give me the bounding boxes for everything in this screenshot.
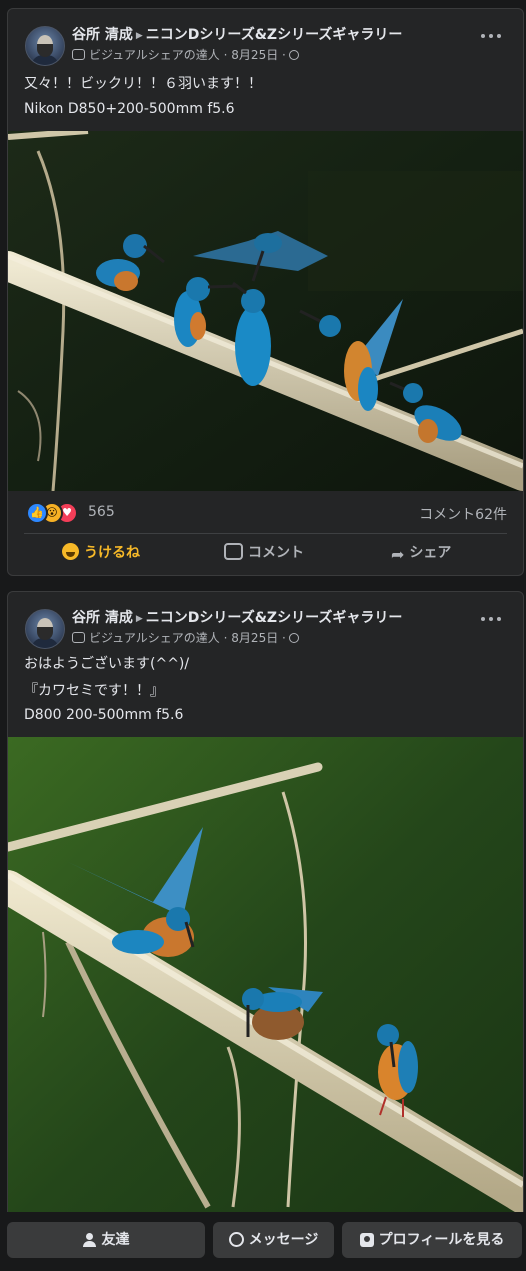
divider — [24, 533, 507, 534]
author-name[interactable]: 谷所 清成 — [72, 610, 133, 626]
profile-action-bar: 友達 メッセージ プロフィールを見る — [0, 1212, 526, 1271]
like-icon: 👍 — [26, 502, 48, 524]
author-name[interactable]: 谷所 清成 — [72, 27, 133, 43]
meta-separator: · — [282, 48, 286, 62]
arrow-right-icon: ▶ — [135, 614, 143, 624]
author-badge: ビジュアルシェアの達人 — [89, 48, 220, 62]
comment-count[interactable]: コメント62件 — [419, 504, 507, 524]
friends-button[interactable]: 友達 — [7, 1222, 205, 1258]
reaction-count: 565 — [88, 504, 115, 520]
more-options-icon[interactable] — [481, 33, 503, 39]
feed-post: 谷所 清成 ▶ ニコンDシリーズ&Zシリーズギャラリー ビジュアルシェアの達人 · … — [7, 8, 524, 576]
like-button[interactable]: うけるね — [62, 542, 140, 568]
kingfishers-photo — [8, 131, 523, 491]
globe-icon — [288, 633, 299, 643]
comment-button-label: コメント — [248, 545, 304, 561]
post-text-line: おはようございます(^^)/ — [24, 656, 190, 672]
comment-icon — [224, 543, 243, 560]
view-profile-button-label: プロフィールを見る — [378, 1232, 505, 1248]
view-profile-button[interactable]: プロフィールを見る — [342, 1222, 522, 1258]
post-meta: ビジュアルシェアの達人 · 8月25日 · — [72, 46, 299, 63]
meta-separator: · — [282, 631, 286, 645]
share-button[interactable]: ➦ シェア — [391, 542, 451, 568]
message-button-label: メッセージ — [248, 1232, 319, 1248]
post-text-line: 『カワセミです！！』 — [24, 683, 164, 699]
post-text-line: 又々！！ビックリ！！６羽います！！ — [24, 76, 262, 92]
share-button-label: シェア — [409, 545, 452, 561]
post-header-title: 谷所 清成 ▶ ニコンDシリーズ&Zシリーズギャラリー — [72, 607, 402, 627]
badge-icon — [72, 632, 85, 643]
post-text-line: D800 200-500mm f5.6 — [24, 707, 184, 723]
feed-post: 谷所 清成 ▶ ニコンDシリーズ&Zシリーズギャラリー ビジュアルシェアの達人 · … — [7, 591, 524, 1233]
post-meta: ビジュアルシェアの達人 · 8月25日 · — [72, 629, 299, 646]
badge-icon — [72, 49, 85, 60]
meta-separator: · — [223, 48, 228, 62]
post-date[interactable]: 8月25日 — [231, 631, 278, 645]
author-avatar[interactable] — [25, 609, 65, 649]
group-name[interactable]: ニコンDシリーズ&Zシリーズギャラリー — [146, 27, 403, 43]
friends-button-label: 友達 — [101, 1232, 130, 1248]
message-button[interactable]: メッセージ — [213, 1222, 334, 1258]
messenger-icon — [228, 1232, 244, 1247]
author-avatar[interactable] — [25, 26, 65, 66]
haha-icon — [62, 543, 79, 560]
like-button-label: うけるね — [84, 545, 140, 561]
comment-button[interactable]: コメント — [224, 542, 304, 568]
globe-icon — [288, 50, 299, 60]
post-photo[interactable] — [8, 737, 523, 1232]
arrow-right-icon: ▶ — [135, 31, 143, 41]
post-date[interactable]: 8月25日 — [231, 48, 278, 62]
kingfishers-photo — [8, 737, 523, 1232]
meta-separator: · — [223, 631, 228, 645]
profile-icon — [359, 1233, 374, 1247]
post-photo[interactable] — [8, 131, 523, 491]
post-text-line: Nikon D850+200-500mm f5.6 — [24, 101, 235, 117]
share-icon: ➦ — [391, 545, 405, 564]
more-options-icon[interactable] — [481, 616, 503, 622]
group-name[interactable]: ニコンDシリーズ&Zシリーズギャラリー — [146, 610, 403, 626]
post-header-title: 谷所 清成 ▶ ニコンDシリーズ&Zシリーズギャラリー — [72, 24, 402, 44]
friend-icon — [82, 1233, 97, 1247]
author-badge: ビジュアルシェアの達人 — [89, 631, 220, 645]
